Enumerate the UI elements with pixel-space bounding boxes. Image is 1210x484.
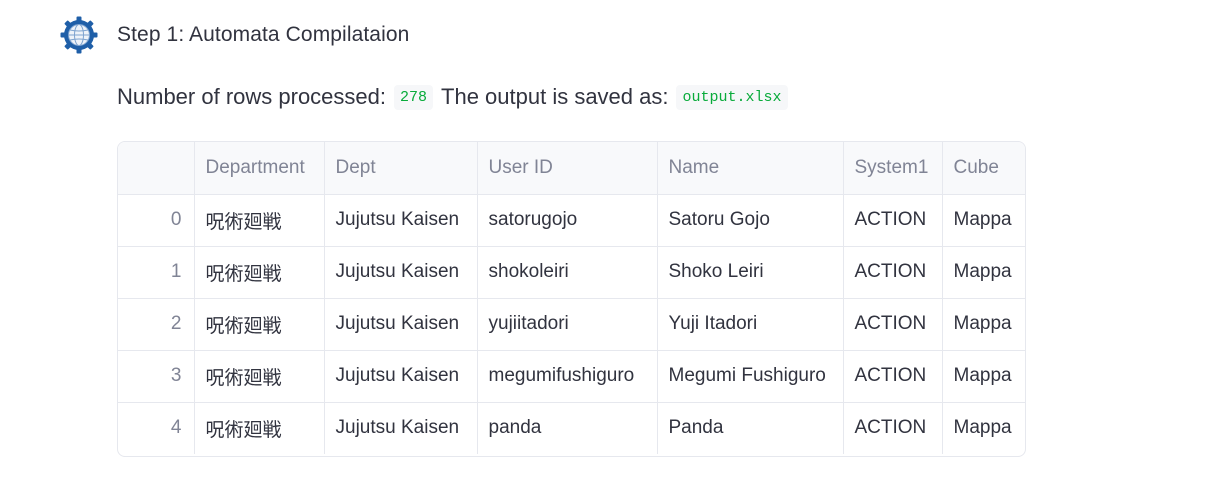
cell-user-id[interactable]: yujiitadori xyxy=(477,298,658,351)
cell-dept[interactable]: Jujutsu Kaisen xyxy=(324,194,478,247)
column-header-cube[interactable]: Cube xyxy=(942,142,1025,195)
table-row: 0 呪術廻戦 Jujutsu Kaisen satorugojo Satoru … xyxy=(118,194,1025,247)
column-header-user-id[interactable]: User ID xyxy=(477,142,658,195)
cell-dept[interactable]: Jujutsu Kaisen xyxy=(324,298,478,351)
output-filename: output.xlsx xyxy=(676,84,788,110)
column-header-department[interactable]: Department xyxy=(194,142,325,195)
column-header-dept[interactable]: Dept xyxy=(324,142,478,195)
table-row: 2 呪術廻戦 Jujutsu Kaisen yujiitadori Yuji I… xyxy=(118,298,1025,351)
cell-cube[interactable]: Mappa xyxy=(942,350,1025,403)
row-index: 3 xyxy=(118,350,195,403)
rows-processed-count: 278 xyxy=(394,84,434,110)
cell-cube[interactable]: Mappa xyxy=(942,298,1025,351)
cell-department[interactable]: 呪術廻戦 xyxy=(194,246,325,299)
cell-dept[interactable]: Jujutsu Kaisen xyxy=(324,246,478,299)
cell-department[interactable]: 呪術廻戦 xyxy=(194,350,325,403)
gear-globe-icon xyxy=(58,14,100,56)
row-index: 4 xyxy=(118,402,195,454)
output-saved-label: The output is saved as: xyxy=(441,84,669,109)
table-header-row: Department Dept User ID Name System1 Cub… xyxy=(118,142,1025,195)
cell-system1[interactable]: ACTION xyxy=(843,350,943,403)
column-header-name[interactable]: Name xyxy=(657,142,844,195)
step-title: Step 1: Automata Compilataion xyxy=(117,23,410,46)
rows-processed-label: Number of rows processed: xyxy=(117,84,386,109)
cell-cube[interactable]: Mappa xyxy=(942,194,1025,247)
cell-cube[interactable]: Mappa xyxy=(942,402,1025,454)
cell-name[interactable]: Shoko Leiri xyxy=(657,246,844,299)
cell-department[interactable]: 呪術廻戦 xyxy=(194,298,325,351)
column-header-system1[interactable]: System1 xyxy=(843,142,943,195)
column-header-index[interactable] xyxy=(118,142,195,195)
cell-system1[interactable]: ACTION xyxy=(843,298,943,351)
cell-user-id[interactable]: megumifushiguro xyxy=(477,350,658,403)
row-index: 1 xyxy=(118,246,195,299)
table-row: 3 呪術廻戦 Jujutsu Kaisen megumifushiguro Me… xyxy=(118,350,1025,403)
cell-name[interactable]: Satoru Gojo xyxy=(657,194,844,247)
processing-summary: Number of rows processed: 278 The output… xyxy=(117,84,796,110)
cell-name[interactable]: Megumi Fushiguro xyxy=(657,350,844,403)
cell-dept[interactable]: Jujutsu Kaisen xyxy=(324,402,478,454)
cell-name[interactable]: Yuji Itadori xyxy=(657,298,844,351)
cell-system1[interactable]: ACTION xyxy=(843,402,943,454)
table-row: 1 呪術廻戦 Jujutsu Kaisen shokoleiri Shoko L… xyxy=(118,246,1025,299)
dataframe-table[interactable]: Department Dept User ID Name System1 Cub… xyxy=(117,141,1026,457)
cell-user-id[interactable]: shokoleiri xyxy=(477,246,658,299)
cell-dept[interactable]: Jujutsu Kaisen xyxy=(324,350,478,403)
row-index: 2 xyxy=(118,298,195,351)
cell-department[interactable]: 呪術廻戦 xyxy=(194,402,325,454)
row-index: 0 xyxy=(118,194,195,247)
table-row: 4 呪術廻戦 Jujutsu Kaisen panda Panda ACTION… xyxy=(118,402,1025,454)
cell-system1[interactable]: ACTION xyxy=(843,246,943,299)
cell-user-id[interactable]: satorugojo xyxy=(477,194,658,247)
cell-name[interactable]: Panda xyxy=(657,402,844,454)
chat-message: Step 1: Automata Compilataion xyxy=(58,14,409,56)
cell-system1[interactable]: ACTION xyxy=(843,194,943,247)
cell-department[interactable]: 呪術廻戦 xyxy=(194,194,325,247)
cell-cube[interactable]: Mappa xyxy=(942,246,1025,299)
cell-user-id[interactable]: panda xyxy=(477,402,658,454)
